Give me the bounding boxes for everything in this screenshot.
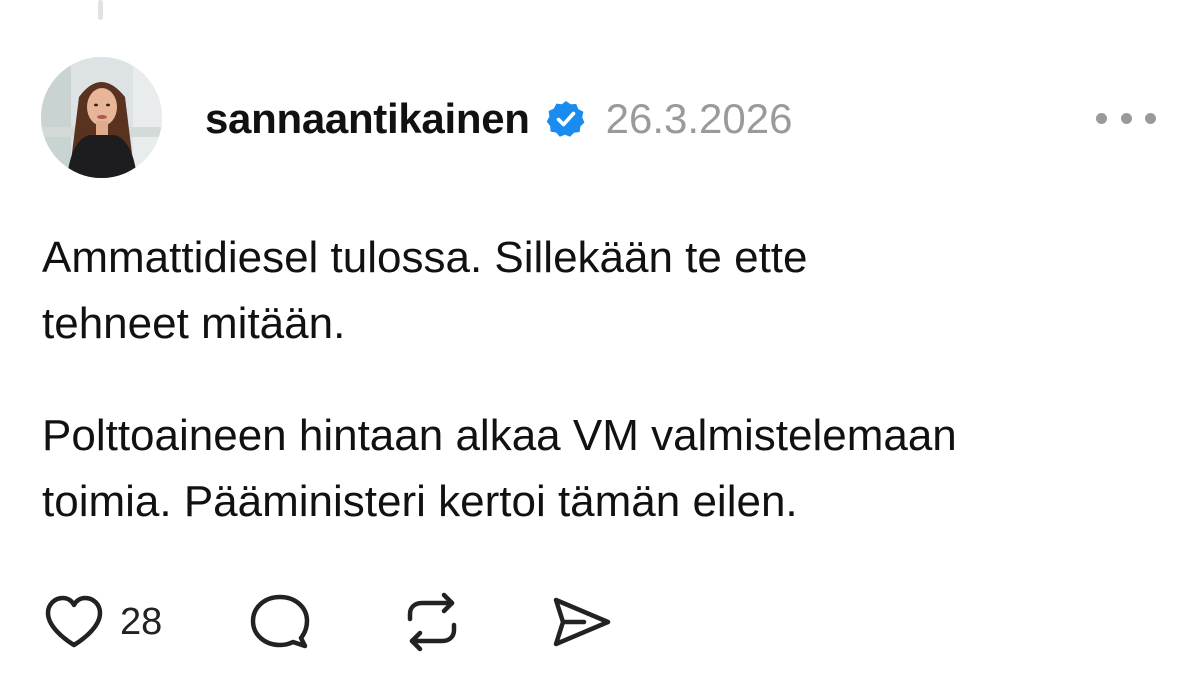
post-paragraph-2: Polttoaineen hintaan alkaa VM valmistele… (42, 403, 1162, 535)
text-line: Polttoaineen hintaan alkaa VM valmistele… (42, 411, 957, 460)
repost-button[interactable] (400, 592, 464, 652)
post-paragraph-1: Ammattidiesel tulossa. Sillekään te ette… (42, 225, 1162, 357)
more-dot (1096, 112, 1107, 124)
avatar[interactable] (41, 57, 162, 178)
text-line: toimia. Pääministeri kertoi tämän eilen. (42, 477, 798, 526)
like-count: 28 (120, 600, 163, 643)
more-dot (1145, 112, 1156, 124)
text-line: Ammattidiesel tulossa. Sillekään te ette (42, 233, 808, 282)
post-date[interactable]: 26.3.2026 (606, 95, 793, 143)
profile-photo (41, 57, 162, 178)
post: sannaantikainen 26.3.2026 Ammattidiesel … (0, 0, 1200, 696)
comment-button[interactable] (248, 592, 312, 652)
text-line: tehneet mitään. (42, 299, 346, 348)
like-button[interactable]: 28 (42, 594, 162, 650)
post-actions: 28 (42, 592, 614, 652)
more-dot (1120, 112, 1132, 124)
post-header: sannaantikainen 26.3.2026 (205, 91, 792, 147)
thread-line (98, 0, 103, 20)
username[interactable]: sannaantikainen (205, 95, 530, 143)
heart-icon (45, 595, 103, 648)
comment-icon (251, 594, 310, 649)
more-options-icon[interactable] (1096, 108, 1156, 128)
verified-badge-icon (546, 99, 586, 139)
share-icon (554, 597, 611, 647)
share-button[interactable] (550, 592, 614, 652)
repost-icon (408, 592, 457, 652)
